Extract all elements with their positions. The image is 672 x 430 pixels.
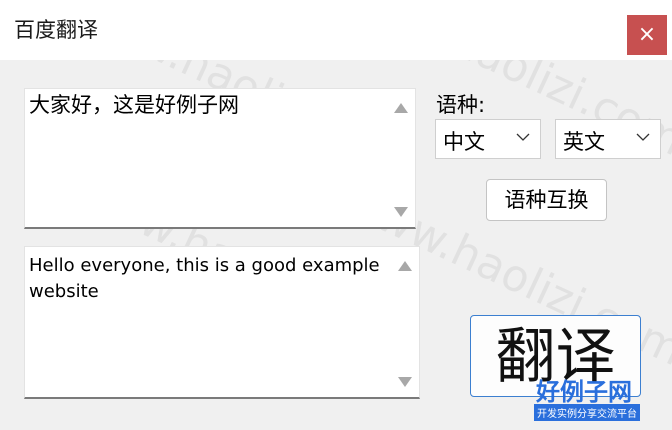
target-language-select[interactable]: 英文: [555, 119, 661, 159]
close-icon: ×: [637, 22, 657, 47]
source-language-select[interactable]: 中文: [435, 119, 541, 159]
scroll-down-arrow-icon[interactable]: [394, 207, 408, 217]
source-text: 大家好，这是好例子网: [29, 93, 239, 117]
scroll-up-arrow-icon[interactable]: [398, 261, 412, 271]
target-language-value: 英文: [563, 130, 605, 154]
window-title: 百度翻译: [14, 18, 98, 42]
source-scrollbar[interactable]: [391, 93, 411, 223]
close-button[interactable]: ×: [627, 15, 667, 55]
logo-main-text: 好例子网: [536, 377, 632, 406]
site-logo: 好例子网 开发实例分享交流平台: [532, 372, 667, 426]
swap-language-button[interactable]: 语种互换: [486, 179, 607, 221]
result-text: Hello everyone, this is a good example w…: [29, 255, 380, 302]
result-scrollbar[interactable]: [395, 251, 415, 393]
source-language-value: 中文: [443, 130, 485, 154]
result-text-area[interactable]: Hello everyone, this is a good example w…: [24, 246, 420, 399]
title-bar: 百度翻译 ×: [0, 0, 672, 60]
language-label: 语种:: [436, 93, 486, 117]
scroll-down-arrow-icon[interactable]: [398, 377, 412, 387]
logo-sub-text: 开发实例分享交流平台: [534, 404, 640, 421]
source-text-area[interactable]: 大家好，这是好例子网: [24, 88, 416, 229]
chevron-down-icon: [636, 133, 650, 141]
scroll-up-arrow-icon[interactable]: [394, 103, 408, 113]
chevron-down-icon: [516, 133, 530, 141]
